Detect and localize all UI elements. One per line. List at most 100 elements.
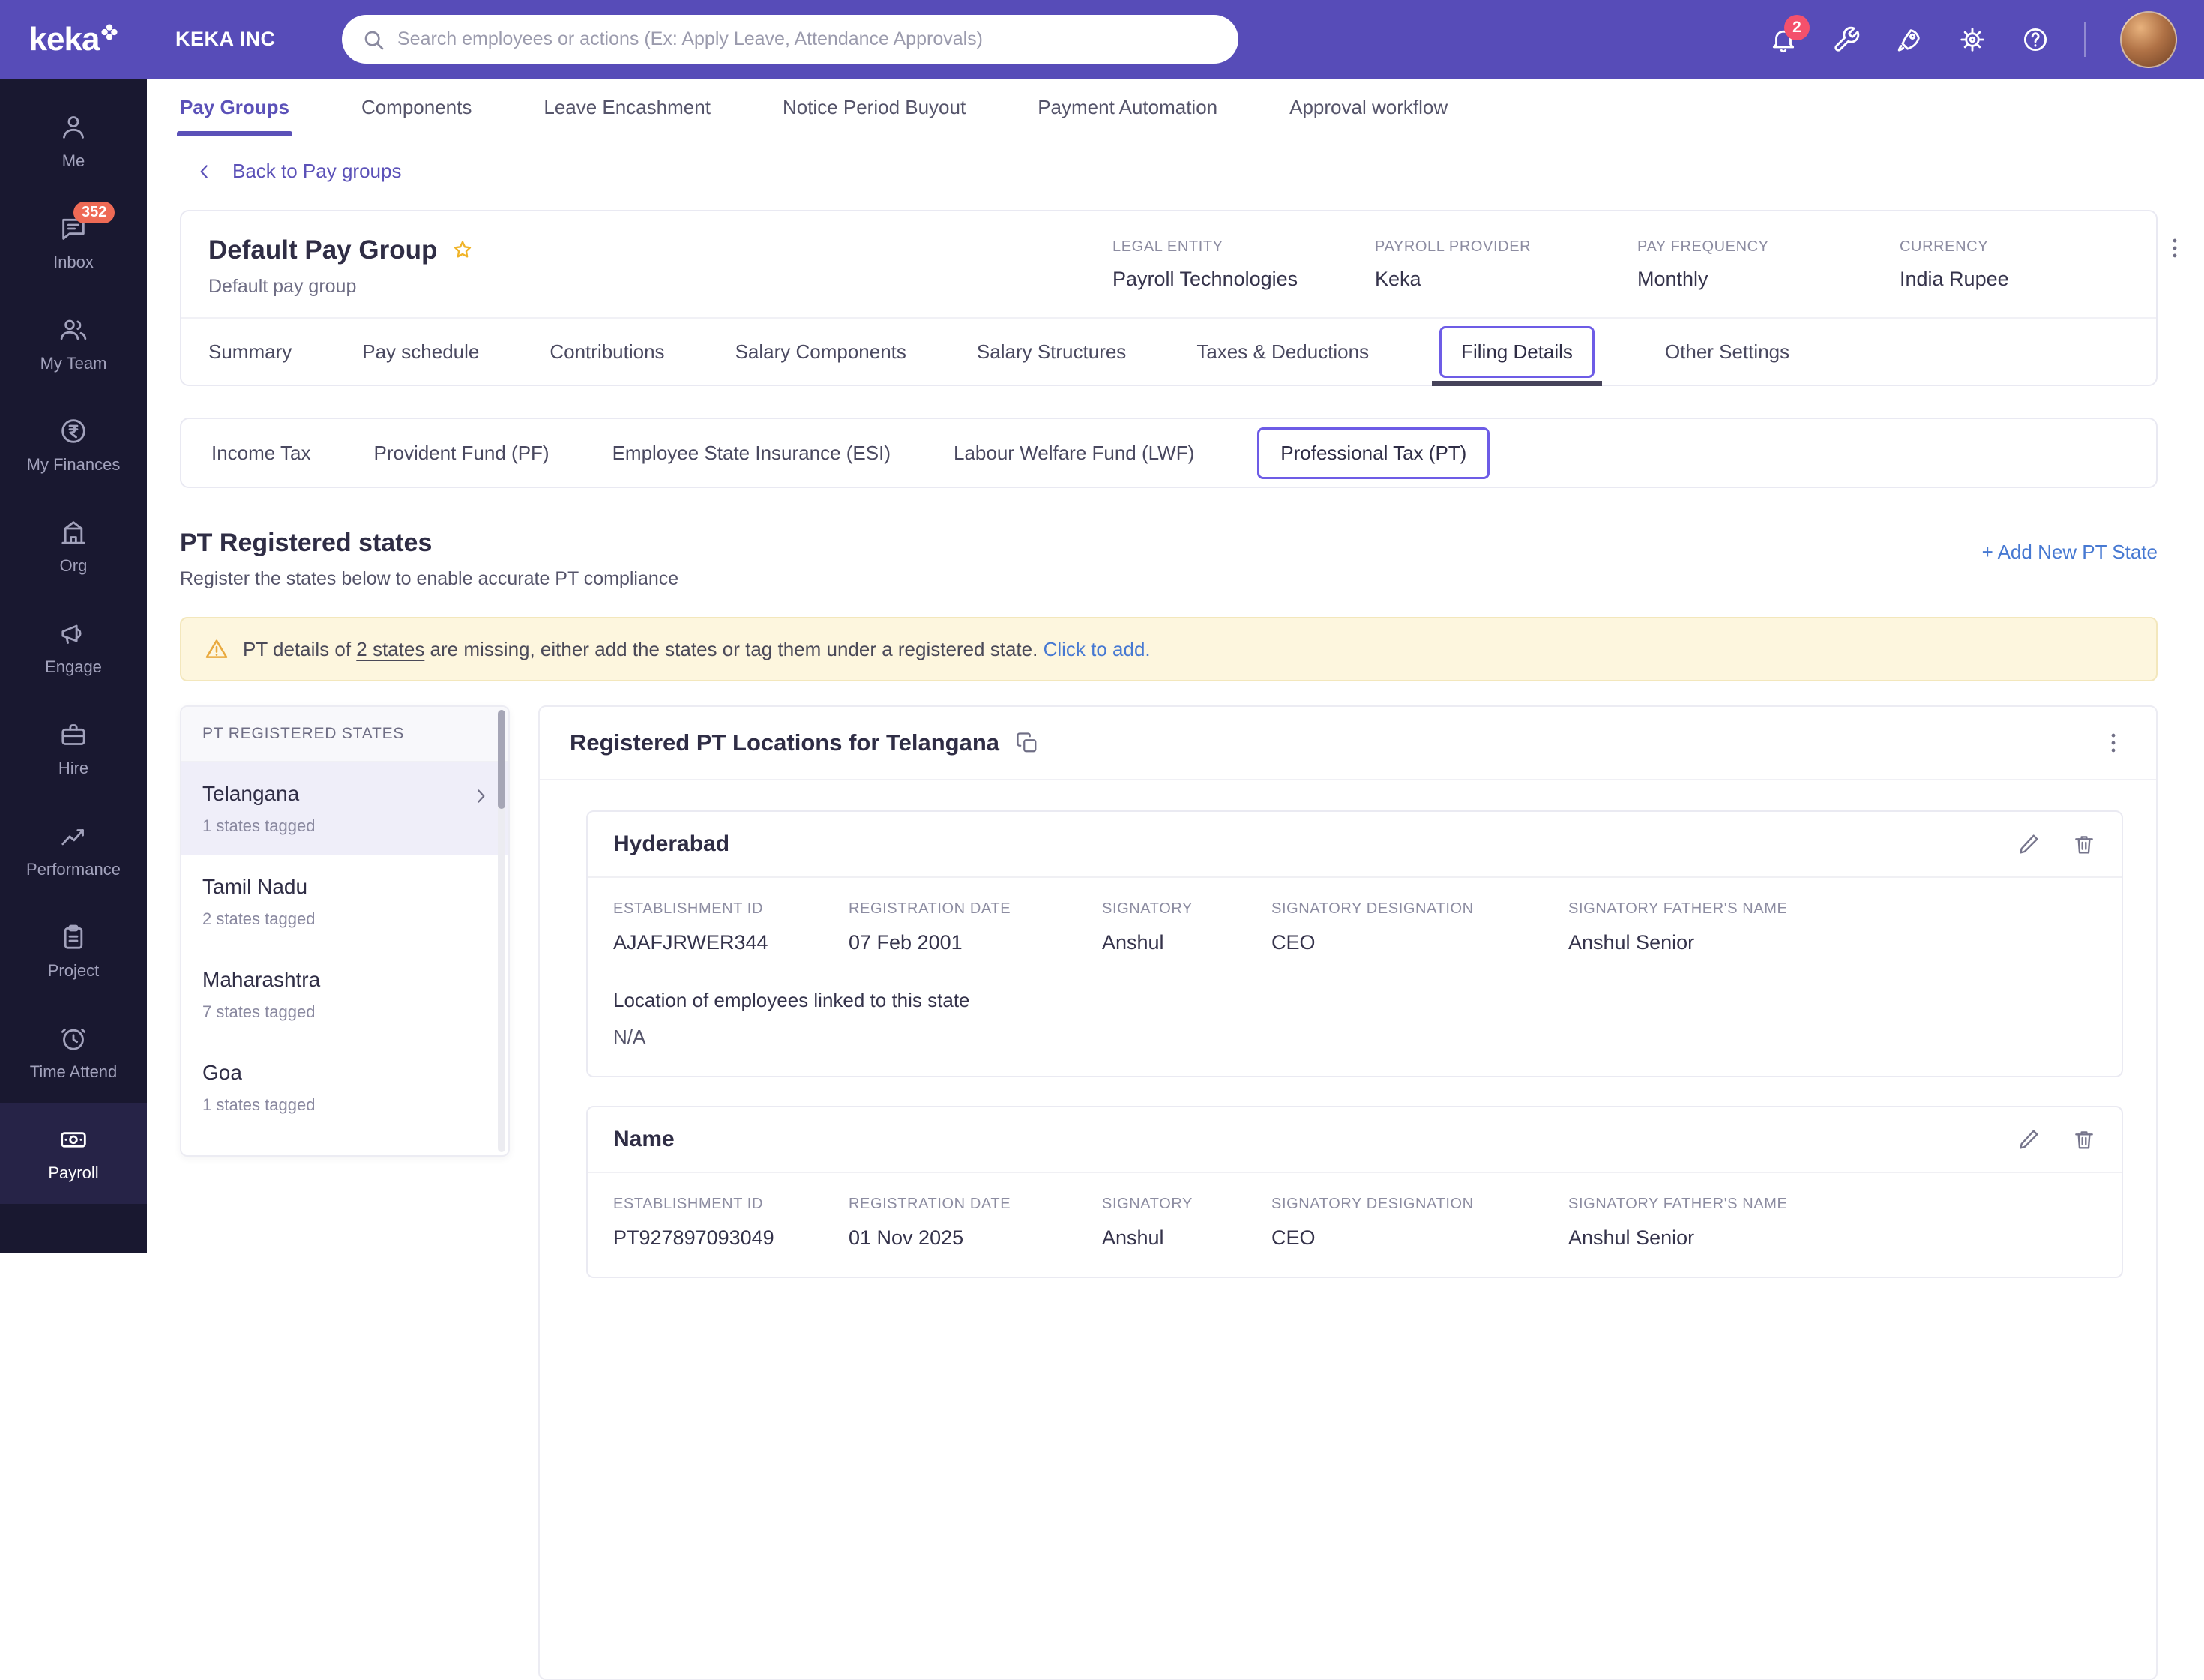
click-to-add-link[interactable]: Click to add.	[1044, 638, 1151, 660]
registration-date-value: 07 Feb 2001	[849, 931, 963, 954]
sidebar-item-me[interactable]: Me	[0, 91, 147, 192]
subtab-lwf[interactable]: Labour Welfare Fund (LWF)	[954, 442, 1194, 465]
tab-salary-components[interactable]: Salary Components	[735, 319, 906, 385]
tab-filing-details[interactable]: Filing Details	[1432, 319, 1602, 386]
clock-icon	[61, 1028, 86, 1050]
sidebar-item-label: My Finances	[26, 454, 121, 474]
pay-group-card: Default Pay Group Default pay group LEGA…	[180, 210, 2177, 386]
star-icon[interactable]	[451, 238, 475, 262]
tab-other-settings[interactable]: Other Settings	[1665, 319, 1789, 385]
location-fields: ESTABLISHMENT ID PT927897093049 REGISTRA…	[613, 1196, 2096, 1250]
inbox-count-badge: 352	[73, 201, 115, 223]
tab-salary-structures[interactable]: Salary Structures	[977, 319, 1126, 385]
performance-chart-icon	[61, 828, 84, 845]
pt-section-header: PT Registered states Register the states…	[180, 529, 2158, 590]
tab-components[interactable]: Components	[361, 96, 472, 136]
back-link-label: Back to Pay groups	[232, 160, 402, 182]
subtab-esi[interactable]: Employee State Insurance (ESI)	[612, 442, 891, 465]
subtab-income-tax[interactable]: Income Tax	[211, 442, 310, 465]
sidebar-item-inbox[interactable]: 352 Inbox	[0, 192, 147, 293]
warning-text: PT details of 2 states are missing, eith…	[243, 638, 1151, 661]
back-to-pay-groups-link[interactable]: Back to Pay groups	[195, 160, 401, 183]
tab-pay-groups[interactable]: Pay Groups	[177, 96, 292, 136]
pay-group-meta: LEGAL ENTITY Payroll Technologies PAYROL…	[1112, 235, 2162, 291]
keka-logo[interactable]: keka	[0, 21, 147, 58]
delete-trash-icon[interactable]	[2072, 1127, 2096, 1151]
finances-icon	[61, 418, 85, 443]
pay-group-kebab-menu-icon[interactable]	[2162, 235, 2188, 261]
sidebar-item-my-team[interactable]: My Team	[0, 293, 147, 394]
tab-payment-automation[interactable]: Payment Automation	[1038, 96, 1217, 136]
warning-states-count[interactable]: 2 states	[356, 638, 424, 660]
sidebar-item-label: Time Attend	[29, 1062, 118, 1081]
tab-leave-encashment[interactable]: Leave Encashment	[544, 96, 711, 136]
tab-contributions[interactable]: Contributions	[550, 319, 664, 385]
sidebar-item-org[interactable]: Org	[0, 496, 147, 597]
sidebar-item-payroll[interactable]: Payroll	[0, 1103, 147, 1204]
global-search[interactable]	[342, 15, 1238, 64]
payroll-banknote-icon	[61, 1131, 86, 1148]
field-label: ESTABLISHMENT ID	[613, 1196, 764, 1212]
locations-panel-header: Registered PT Locations for Telangana	[540, 707, 2156, 780]
copy-icon[interactable]	[1016, 732, 1038, 754]
meta-value-payroll-provider: Keka	[1375, 268, 1421, 290]
delete-trash-icon[interactable]	[2072, 832, 2096, 856]
states-scrollbar-thumb[interactable]	[498, 710, 505, 809]
tab-taxes-deductions[interactable]: Taxes & Deductions	[1196, 319, 1369, 385]
location-name: Name	[613, 1127, 675, 1151]
sidebar-item-my-finances[interactable]: My Finances	[0, 394, 147, 496]
location-fields: ESTABLISHMENT ID AJAFJRWER344 REGISTRATI…	[613, 900, 2096, 954]
tab-summary[interactable]: Summary	[208, 319, 292, 385]
locations-panel-title: Registered PT Locations for Telangana	[570, 729, 1000, 756]
location-card-hyderabad: Hyderabad ESTABLISHMENT ID AJAFJRWER344 …	[586, 810, 2123, 1077]
sidebar-item-project[interactable]: Project	[0, 900, 147, 1002]
pt-missing-warning-banner: PT details of 2 states are missing, eith…	[180, 617, 2158, 681]
settings-gear-icon[interactable]	[1958, 25, 1987, 54]
tools-wrench-icon[interactable]	[1832, 25, 1861, 54]
state-tagged-count: 7 states tagged	[202, 1002, 316, 1021]
sidebar-item-performance[interactable]: Performance	[0, 799, 147, 900]
field-label: SIGNATORY	[1102, 1196, 1193, 1212]
hire-briefcase-icon	[61, 723, 85, 745]
states-scrollbar-track[interactable]	[498, 710, 505, 1152]
state-tagged-count: 1 states tagged	[202, 1095, 316, 1114]
linked-locations-label: Location of employees linked to this sta…	[613, 989, 970, 1011]
sidebar-item-time-attend[interactable]: Time Attend	[0, 1002, 147, 1103]
team-icon	[60, 319, 87, 340]
signatory-designation-value: CEO	[1271, 931, 1316, 954]
notifications-bell-icon[interactable]: 2	[1769, 14, 1810, 54]
state-item-tamil-nadu[interactable]: Tamil Nadu 2 states tagged	[181, 855, 508, 948]
meta-label: LEGAL ENTITY	[1112, 238, 1223, 255]
whats-new-rocket-icon[interactable]	[1895, 25, 1924, 54]
tab-pay-schedule[interactable]: Pay schedule	[362, 319, 479, 385]
location-name: Hyderabad	[613, 831, 730, 856]
locations-kebab-menu-icon[interactable]	[2101, 730, 2126, 756]
meta-label: CURRENCY	[1900, 238, 1989, 255]
tab-approval-workflow[interactable]: Approval workflow	[1289, 96, 1448, 136]
help-icon[interactable]	[2021, 25, 2050, 54]
signatory-father-name-value: Anshul Senior	[1568, 931, 1695, 954]
sidebar-item-label: Me	[61, 151, 85, 170]
state-item-maharashtra[interactable]: Maharashtra 7 states tagged	[181, 948, 508, 1041]
state-name: Tamil Nadu	[202, 875, 308, 898]
search-input[interactable]	[397, 28, 1219, 50]
edit-pencil-icon[interactable]	[2017, 1127, 2041, 1151]
user-avatar[interactable]	[2120, 10, 2177, 68]
field-label: SIGNATORY DESIGNATION	[1271, 1196, 1474, 1212]
state-item-telangana[interactable]: Telangana 1 states tagged	[181, 762, 508, 855]
edit-pencil-icon[interactable]	[2017, 832, 2041, 856]
sidebar-item-label: Payroll	[48, 1163, 99, 1182]
pay-group-tabs: Summary Pay schedule Contributions Salar…	[181, 317, 2156, 386]
location-card-header: Name	[588, 1107, 2122, 1173]
add-new-pt-state-link[interactable]: + Add New PT State	[1982, 541, 2158, 564]
signatory-designation-value: CEO	[1271, 1226, 1316, 1249]
sidebar-item-label: Inbox	[53, 252, 94, 271]
sidebar-item-engage[interactable]: Engage	[0, 597, 147, 698]
subtab-provident-fund[interactable]: Provident Fund (PF)	[373, 442, 549, 465]
header-actions: 2	[1769, 0, 2177, 79]
sidebar-item-hire[interactable]: Hire	[0, 698, 147, 799]
subtab-professional-tax[interactable]: Professional Tax (PT)	[1257, 427, 1490, 479]
state-item-goa[interactable]: Goa 1 states tagged	[181, 1041, 508, 1134]
tab-notice-period-buyout[interactable]: Notice Period Buyout	[783, 96, 966, 136]
tab-filing-details-label: Filing Details	[1439, 325, 1595, 378]
